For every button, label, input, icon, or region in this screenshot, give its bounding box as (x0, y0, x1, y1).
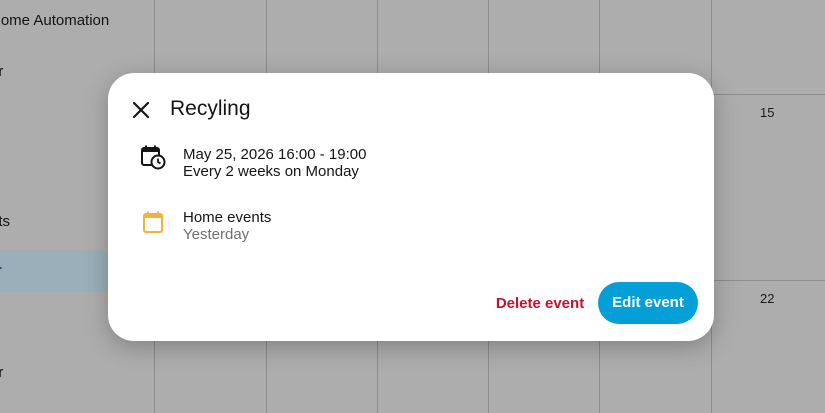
event-datetime: May 25, 2026 16:00 - 19:00 (183, 146, 367, 163)
day-number: 22 (760, 291, 775, 306)
calendar-clock-icon (141, 145, 166, 170)
close-icon (132, 101, 150, 119)
sidebar-item-active-label: r (0, 262, 2, 279)
calendar-icon (143, 211, 163, 233)
event-dialog: Recyling May 25, 2026 16:00 - 19:00 Ever… (108, 73, 714, 341)
edit-event-button[interactable]: Edit event (598, 282, 698, 324)
close-button[interactable] (126, 95, 156, 125)
calendar-name: Home events (183, 209, 272, 226)
sidebar-item[interactable]: or (0, 63, 3, 80)
dialog-title: Recyling (170, 97, 251, 120)
sidebar-item[interactable]: ets (0, 213, 10, 230)
day-number: 15 (760, 105, 775, 120)
event-recurrence: Every 2 weeks on Monday (183, 163, 359, 180)
delete-event-button[interactable]: Delete event (478, 286, 602, 322)
calendar-relative-time: Yesterday (183, 226, 250, 243)
grid-line (711, 94, 825, 95)
sidebar-item[interactable]: er (0, 364, 3, 381)
sidebar-title: Home Automation (0, 12, 110, 29)
